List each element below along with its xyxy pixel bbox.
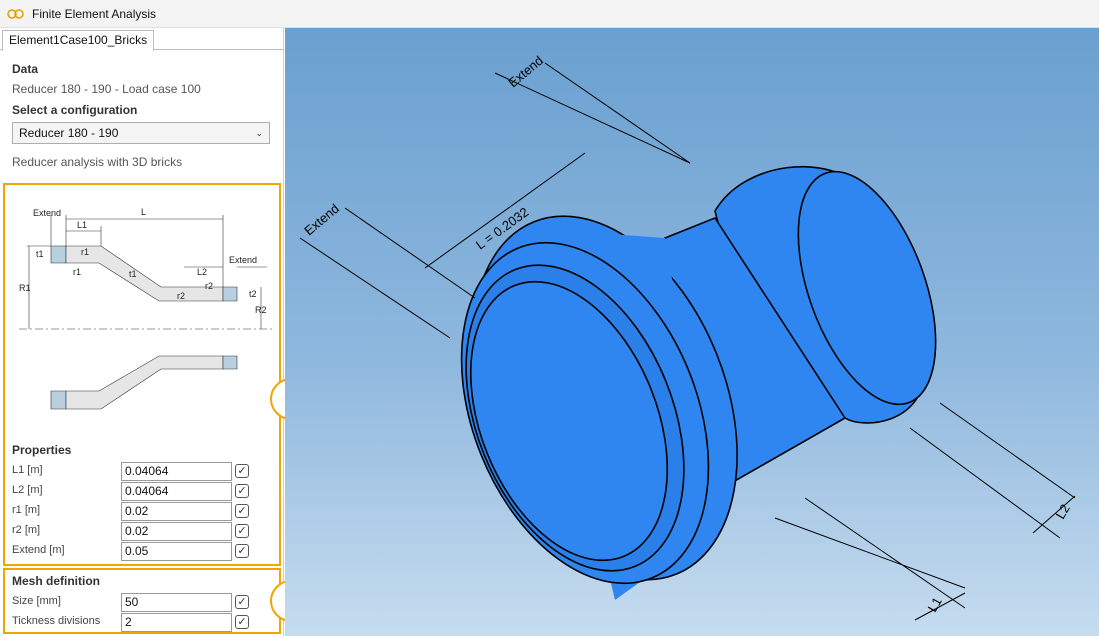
chevron-down-icon: ⌄ — [255, 128, 263, 138]
reducer-sketch: Extend L1 L t1 r1 r1 t1 R1 L2 Extend r2 … — [19, 207, 273, 410]
property-row-extend: Extend [m] 0.05 ✓ — [12, 542, 252, 561]
sketch-label: t1 — [129, 269, 137, 279]
r1-input[interactable]: 0.02 — [121, 502, 232, 521]
sketch-label: L1 — [77, 220, 87, 230]
config-heading: Select a configuration — [12, 103, 138, 117]
mesh-label: Size [mm] — [12, 595, 61, 607]
l2-input[interactable]: 0.04064 — [121, 482, 232, 501]
property-label: L1 [m] — [12, 464, 43, 476]
l1-input[interactable]: 0.04064 — [121, 462, 232, 481]
l1-checkbox[interactable]: ✓ — [235, 464, 249, 478]
mesh-size-checkbox[interactable]: ✓ — [235, 595, 249, 609]
analysis-note: Reducer analysis with 3D bricks — [12, 155, 183, 169]
sketch-label: t2 — [249, 289, 257, 299]
property-label: Extend [m] — [12, 544, 65, 556]
mesh-row-size: Size [mm] 50 ✓ — [12, 593, 252, 612]
dimension-label: Extend — [301, 201, 342, 239]
config-select[interactable]: Reducer 180 - 190 ⌄ — [12, 122, 270, 144]
tab-element1case100-bricks[interactable]: Element1Case100_Bricks — [2, 30, 155, 51]
sketch-label: r2 — [177, 291, 185, 301]
mesh-row-thickness: Tickness divisions 2 ✓ — [12, 613, 252, 632]
sketch-label: L2 — [197, 267, 207, 277]
thickness-divisions-checkbox[interactable]: ✓ — [235, 615, 249, 629]
dimension-label: L1 — [925, 594, 945, 614]
property-label: r2 [m] — [12, 524, 41, 536]
dimension-label: L2 — [1053, 501, 1073, 521]
sketch-label: r2 — [205, 281, 213, 291]
mesh-size-input[interactable]: 50 — [121, 593, 232, 612]
link-icon — [7, 8, 24, 19]
sketch-label: L — [141, 207, 146, 217]
property-label: r1 [m] — [12, 504, 41, 516]
sketch-label: t1 — [36, 249, 44, 259]
property-row-r1: r1 [m] 0.02 ✓ — [12, 502, 252, 521]
properties-heading: Properties — [12, 443, 72, 457]
mesh-label: Tickness divisions — [12, 615, 101, 627]
property-row-r2: r2 [m] 0.02 ✓ — [12, 522, 252, 541]
sketch-label: R2 — [255, 305, 267, 315]
sketch-label: r1 — [73, 267, 81, 277]
sketch-label: Extend — [33, 208, 61, 218]
reducer-3d-model: Extend Extend L = 0.2032 L2 L1 — [299, 53, 1076, 621]
window-title: Finite Element Analysis — [32, 6, 157, 21]
3d-viewport[interactable]: Extend Extend L = 0.2032 L2 L1 — [285, 28, 1099, 636]
data-description: Reducer 180 - 190 - Load case 100 — [12, 82, 201, 96]
mesh-heading: Mesh definition — [12, 574, 100, 588]
title-bar: Finite Element Analysis — [0, 0, 1099, 28]
extend-checkbox[interactable]: ✓ — [235, 544, 249, 558]
l2-checkbox[interactable]: ✓ — [235, 484, 249, 498]
sketch-label: R1 — [19, 283, 31, 293]
dimension-label: Extend — [505, 53, 546, 91]
property-label: L2 [m] — [12, 484, 43, 496]
r2-input[interactable]: 0.02 — [121, 522, 232, 541]
sketch-label: r1 — [81, 247, 89, 257]
left-panel: Element1Case100_Bricks Data Reducer 180 … — [0, 28, 312, 636]
thickness-divisions-input[interactable]: 2 — [121, 613, 232, 632]
property-row-l1: L1 [m] 0.04064 ✓ — [12, 462, 252, 481]
tab-strip: Element1Case100_Bricks — [0, 28, 284, 51]
r2-checkbox[interactable]: ✓ — [235, 524, 249, 538]
config-select-value: Reducer 180 - 190 — [19, 126, 119, 140]
property-row-l2: L2 [m] 0.04064 ✓ — [12, 482, 252, 501]
data-heading: Data — [12, 62, 39, 76]
extend-input[interactable]: 0.05 — [121, 542, 232, 561]
r1-checkbox[interactable]: ✓ — [235, 504, 249, 518]
sketch-label: Extend — [229, 255, 257, 265]
